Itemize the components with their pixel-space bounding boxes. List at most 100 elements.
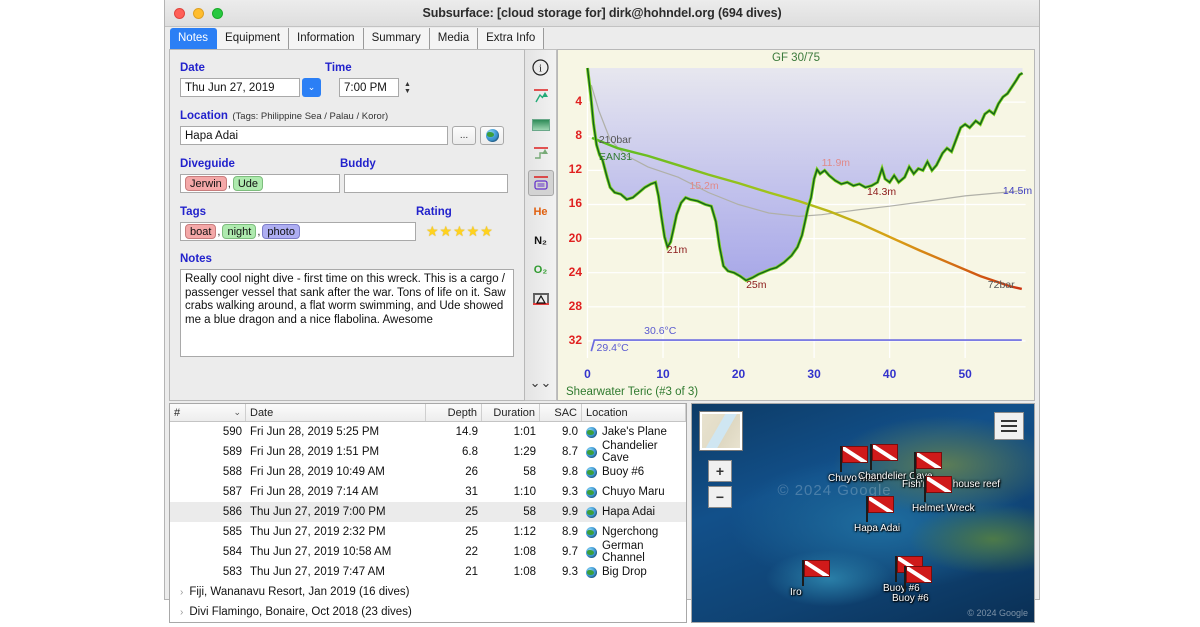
column-date[interactable]: Date [246,404,426,421]
diveguide-field[interactable]: Jerwin, Ude [180,174,340,193]
map-thumbnail-toggle[interactable] [700,412,742,450]
y-tick-label: 20 [564,231,582,245]
notes-textarea[interactable]: Really cool night dive - first time on t… [180,269,514,357]
diveguide-tag[interactable]: Jerwin [185,176,227,191]
lower-split: # ⌄ Date Depth Duration SAC Location 590… [165,401,1039,627]
buddy-label: Buddy [340,158,376,170]
tab-extra-info[interactable]: Extra Info [478,28,544,49]
cell-sac: 9.9 [540,506,582,518]
cell-sac: 9.7 [540,546,582,558]
ceiling-icon[interactable] [528,141,554,167]
tab-notes[interactable]: Notes [170,28,217,49]
column-depth[interactable]: Depth [426,404,482,421]
cell-depth: 25 [426,526,482,538]
diveguide-tag[interactable]: Ude [233,176,263,191]
chevron-right-icon[interactable]: › [180,607,183,618]
y-tick-label: 4 [564,94,582,108]
tab-media[interactable]: Media [430,28,478,49]
cell-location: Buoy #6 [582,466,686,478]
chart-annotation: 30.6°C [644,325,676,337]
trip-label: Fiji, Wananavu Resort, Jan 2019 (16 dive… [189,586,409,598]
helium-icon[interactable]: He [528,199,554,225]
rating-stars[interactable]: ★★★★★ [426,223,494,240]
location-field[interactable]: Hapa Adai [180,126,448,145]
location-more-button[interactable]: ... [452,126,476,145]
cell-date: Thu Jun 27, 2019 2:32 PM [246,526,426,538]
x-tick-label: 40 [880,367,900,381]
location-text: Jake's Plane [602,426,667,438]
dive-profile-chart[interactable]: GF 30/75 Shearwater Teric (#3 of 3) 4812… [557,49,1035,401]
chevron-right-icon[interactable]: › [180,587,183,598]
tab-information[interactable]: Information [289,28,364,49]
tags-field[interactable]: boat, night, photo [180,222,416,241]
tag-chip[interactable]: boat [185,224,216,239]
cell-location: Big Drop [582,566,686,578]
chart-annotation: 25m [746,279,766,291]
y-tick-label: 16 [564,196,582,210]
upper-split: Date Time Thu Jun 27, 2019 ⌄ 7:00 PM ▲▼ … [165,49,1039,401]
trip-row[interactable]: › Fiji, Wananavu Resort, Jan 2019 (16 div… [170,582,686,602]
tag-chip[interactable]: night [222,224,256,239]
tab-equipment[interactable]: Equipment [217,28,289,49]
buddy-field[interactable] [344,174,508,193]
cell-location: Ngerchong [582,526,686,538]
table-row[interactable]: 589Fri Jun 28, 2019 1:51 PM6.81:298.7Cha… [170,442,686,462]
column-location[interactable]: Location [582,404,686,421]
table-row[interactable]: 583Thu Jun 27, 2019 7:47 AM211:089.3Big … [170,562,686,582]
column-duration[interactable]: Duration [482,404,540,421]
cell-number: 583 [170,566,246,578]
ascent-rate-icon[interactable] [528,83,554,109]
hamburger-icon[interactable] [994,412,1024,440]
cell-number: 589 [170,446,246,458]
trip-row[interactable]: ›Divi Flamingo, Bonaire, Oct 2018 (23 di… [170,602,686,622]
deco-icon[interactable] [528,286,554,312]
tab-summary[interactable]: Summary [364,28,430,49]
dive-computer-icon[interactable] [528,170,554,196]
dive-map[interactable]: © 2024 Google + − Chuyo MaruChandelier C… [691,403,1035,623]
cell-number: 590 [170,426,246,438]
cell-duration: 1:12 [482,526,540,538]
cell-sac: 8.9 [540,526,582,538]
table-row[interactable]: 588Fri Jun 28, 2019 10:49 AM26589.8Buoy … [170,462,686,482]
table-row[interactable]: 584Thu Jun 27, 2019 10:58 AM221:089.7Ger… [170,542,686,562]
oxygen-icon[interactable]: O₂ [528,257,554,283]
chevron-down-icon[interactable]: ⌄ [302,78,321,97]
column-sac[interactable]: SAC [540,404,582,421]
map-zoom-out-button[interactable]: − [708,486,732,508]
location-text: German Channel [602,540,682,564]
table-row[interactable]: 587Fri Jun 28, 2019 7:14 AM311:109.3Chuy… [170,482,686,502]
chevron-down-icon[interactable]: ⌄⌄ [528,370,554,396]
time-field[interactable]: 7:00 PM [339,78,399,97]
zoom-button[interactable] [212,8,223,19]
nitrogen-icon[interactable]: N₂ [528,228,554,254]
cell-depth: 26 [426,466,482,478]
cell-sac: 9.3 [540,566,582,578]
cell-depth: 6.8 [426,446,482,458]
table-row[interactable]: 586Thu Jun 27, 2019 7:00 PM25589.9Hapa A… [170,502,686,522]
chart-annotation: 210bar [599,134,632,146]
location-label: Location [180,110,228,122]
time-stepper[interactable]: ▲▼ [401,78,414,97]
cell-depth: 22 [426,546,482,558]
globe-icon[interactable] [480,126,504,145]
y-tick-label: 32 [564,333,582,347]
minimize-button[interactable] [193,8,204,19]
table-row[interactable]: 590Fri Jun 28, 2019 5:25 PM14.91:019.0Ja… [170,422,686,442]
svg-text:i: i [539,62,542,74]
chart-annotation: 21m [667,244,687,256]
dive-list[interactable]: # ⌄ Date Depth Duration SAC Location 590… [169,403,687,623]
tag-chip[interactable]: photo [262,224,300,239]
close-button[interactable] [174,8,185,19]
map-zoom-in-button[interactable]: + [708,460,732,482]
table-row[interactable]: 585Thu Jun 27, 2019 2:32 PM251:128.9Nger… [170,522,686,542]
gradient-icon[interactable] [528,112,554,138]
globe-icon [586,447,597,458]
globe-icon [586,527,597,538]
date-field[interactable]: Thu Jun 27, 2019 [180,78,300,97]
cell-date: Thu Jun 27, 2019 7:00 PM [246,506,426,518]
column-number[interactable]: # ⌄ [170,404,246,421]
cell-location: Chandelier Cave [582,440,686,464]
info-icon[interactable]: i [528,54,554,80]
cell-location: Hapa Adai [582,506,686,518]
x-tick-label: 10 [653,367,673,381]
